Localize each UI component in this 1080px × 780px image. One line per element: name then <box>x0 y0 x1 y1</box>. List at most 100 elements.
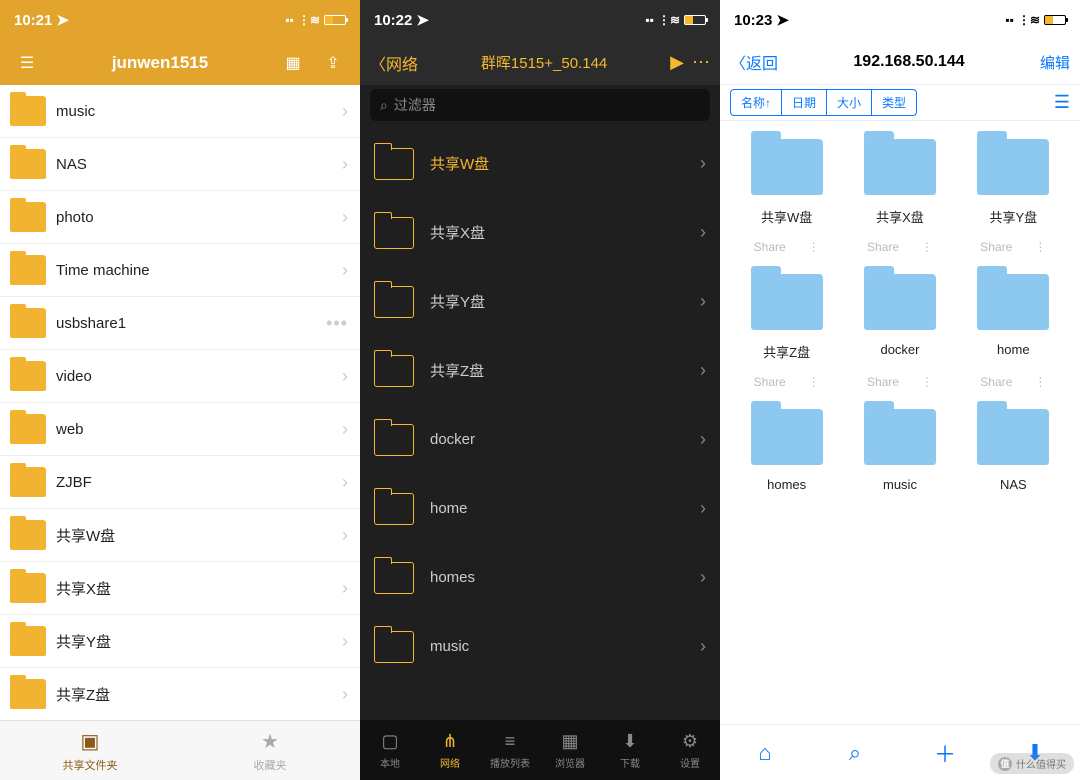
share-label[interactable]: Share <box>754 375 786 389</box>
list-item[interactable]: 共享W盘 › <box>0 509 360 562</box>
more-vert-icon[interactable]: ⋮ <box>808 240 820 254</box>
more-vert-icon[interactable]: ⋮ <box>1034 375 1046 389</box>
more-vert-icon[interactable]: ⋮ <box>921 375 933 389</box>
list-item[interactable]: docker › <box>360 405 720 474</box>
list-item[interactable]: 共享Y盘 › <box>0 615 360 668</box>
sort-option[interactable]: 类型 <box>872 90 916 115</box>
tab-2[interactable]: ≡ 播放列表 <box>480 720 540 780</box>
list-item[interactable]: 共享W盘 › <box>360 129 720 198</box>
chevron-right-icon: › <box>342 101 348 122</box>
chevron-right-icon: › <box>342 684 348 705</box>
list-item[interactable]: Time machine › <box>0 244 360 297</box>
folder-cell[interactable]: 共享W盘 <box>734 139 839 226</box>
chevron-right-icon: › <box>342 631 348 652</box>
chevron-left-icon: 〈 <box>370 51 386 75</box>
share-icon[interactable]: ⇪ <box>320 50 346 76</box>
folder-icon <box>10 414 46 444</box>
folder-grid[interactable]: 共享W盘 共享X盘 共享Y盘Share ⋮Share ⋮Share ⋮ 共享Z盘… <box>720 121 1080 724</box>
folder-cell[interactable]: docker <box>847 274 952 361</box>
folder-label: 共享W盘 <box>430 153 700 174</box>
signal-icon: ▪▪ <box>645 13 654 27</box>
list-item[interactable]: NAS › <box>0 138 360 191</box>
more-vert-icon[interactable]: ⋮ <box>808 375 820 389</box>
tab-4[interactable]: ⬇ 下载 <box>600 720 660 780</box>
folder-icon <box>374 217 414 249</box>
wifi-icon: ⋮≋ <box>298 13 320 27</box>
folder-label: homes <box>430 569 700 586</box>
share-label[interactable]: Share <box>867 240 899 254</box>
tab-3[interactable]: ▦ 浏览器 <box>540 720 600 780</box>
folder-icon <box>10 520 46 550</box>
tab-favorites[interactable]: ★ 收藏夹 <box>180 721 360 780</box>
folder-icon <box>977 409 1049 465</box>
tab-1[interactable]: ⋔ 网络 <box>420 720 480 780</box>
tab-0[interactable]: ▢ 本地 <box>360 720 420 780</box>
tab-label: 网络 <box>440 755 460 770</box>
chevron-right-icon: › <box>342 419 348 440</box>
tab-search[interactable]: ⌕ <box>810 725 900 780</box>
list-item[interactable]: video › <box>0 350 360 403</box>
folder-cell[interactable]: 共享Z盘 <box>734 274 839 361</box>
tab-add[interactable]: ＋ <box>900 725 990 780</box>
folder-label: 共享Y盘 <box>56 631 342 652</box>
chevron-right-icon: › <box>342 154 348 175</box>
back-button[interactable]: 〈 网络 <box>370 51 418 75</box>
folder-cell[interactable]: homes <box>734 409 839 492</box>
share-label[interactable]: Share <box>754 240 786 254</box>
list-item[interactable]: 共享X盘 › <box>360 198 720 267</box>
tab-5[interactable]: ⚙ 设置 <box>660 720 720 780</box>
list-item[interactable]: music › <box>360 612 720 681</box>
list-item[interactable]: 共享Z盘 › <box>0 668 360 720</box>
folder-icon <box>10 467 46 497</box>
signal-icon: ▪▪ <box>1005 13 1014 27</box>
list-item[interactable]: 共享Y盘 › <box>360 267 720 336</box>
share-label[interactable]: Share <box>867 375 899 389</box>
folder-label: usbshare1 <box>56 315 326 332</box>
filter-input[interactable]: ⌕ 过滤器 <box>370 89 710 121</box>
list-item[interactable]: music › <box>0 85 360 138</box>
share-row: Share ⋮Share ⋮Share ⋮ <box>730 240 1070 254</box>
list-item[interactable]: home › <box>360 474 720 543</box>
share-label[interactable]: Share <box>980 375 1012 389</box>
list-item[interactable]: web › <box>0 403 360 456</box>
view-icon[interactable]: ▦ <box>280 50 306 76</box>
sort-option[interactable]: 名称↑ <box>731 90 782 115</box>
nav-bar: ☰ junwen1515 ▦ ⇪ <box>0 40 360 85</box>
menu-icon[interactable]: ☰ <box>14 50 40 76</box>
tab-home[interactable]: ⌂ <box>720 725 810 780</box>
tab-label: 下载 <box>620 755 640 770</box>
folder-list[interactable]: 共享W盘 › 共享X盘 › 共享Y盘 › 共享Z盘 › docker › hom… <box>360 129 720 720</box>
folder-cell[interactable]: NAS <box>961 409 1066 492</box>
chevron-left-icon: 〈 <box>730 50 746 74</box>
share-cell: Share ⋮ <box>961 240 1066 254</box>
more-vert-icon[interactable]: ⋮ <box>1034 240 1046 254</box>
folder-cell[interactable]: music <box>847 409 952 492</box>
folder-icon <box>751 409 823 465</box>
more-vert-icon[interactable]: ⋮ <box>921 240 933 254</box>
list-view-icon[interactable]: ☰ <box>1054 92 1070 113</box>
more-icon[interactable]: ••• <box>326 313 348 334</box>
list-item[interactable]: usbshare1 ••• <box>0 297 360 350</box>
folder-list[interactable]: music › NAS › photo › Time machine › usb… <box>0 85 360 720</box>
play-icon[interactable]: ▶ <box>670 52 684 73</box>
list-item[interactable]: ZJBF › <box>0 456 360 509</box>
back-button[interactable]: 〈 返回 <box>730 50 778 74</box>
list-item[interactable]: photo › <box>0 191 360 244</box>
list-item[interactable]: 共享X盘 › <box>0 562 360 615</box>
tab-shared-folders[interactable]: ▣ 共享文件夹 <box>0 721 180 780</box>
folder-icon <box>374 286 414 318</box>
folder-cell[interactable]: 共享Y盘 <box>961 139 1066 226</box>
folder-icon <box>10 308 46 338</box>
tab-icon: ▢ <box>381 731 398 752</box>
sort-segment[interactable]: 名称↑日期大小类型 <box>730 89 917 116</box>
share-label[interactable]: Share <box>980 240 1012 254</box>
list-item[interactable]: homes › <box>360 543 720 612</box>
edit-button[interactable]: 编辑 <box>1040 52 1070 73</box>
list-item[interactable]: 共享Z盘 › <box>360 336 720 405</box>
folder-cell[interactable]: 共享X盘 <box>847 139 952 226</box>
sort-option[interactable]: 大小 <box>827 90 872 115</box>
more-icon[interactable]: ⋯ <box>692 52 710 73</box>
folder-cell[interactable]: home <box>961 274 1066 361</box>
sort-option[interactable]: 日期 <box>782 90 827 115</box>
back-label: 返回 <box>746 50 778 74</box>
